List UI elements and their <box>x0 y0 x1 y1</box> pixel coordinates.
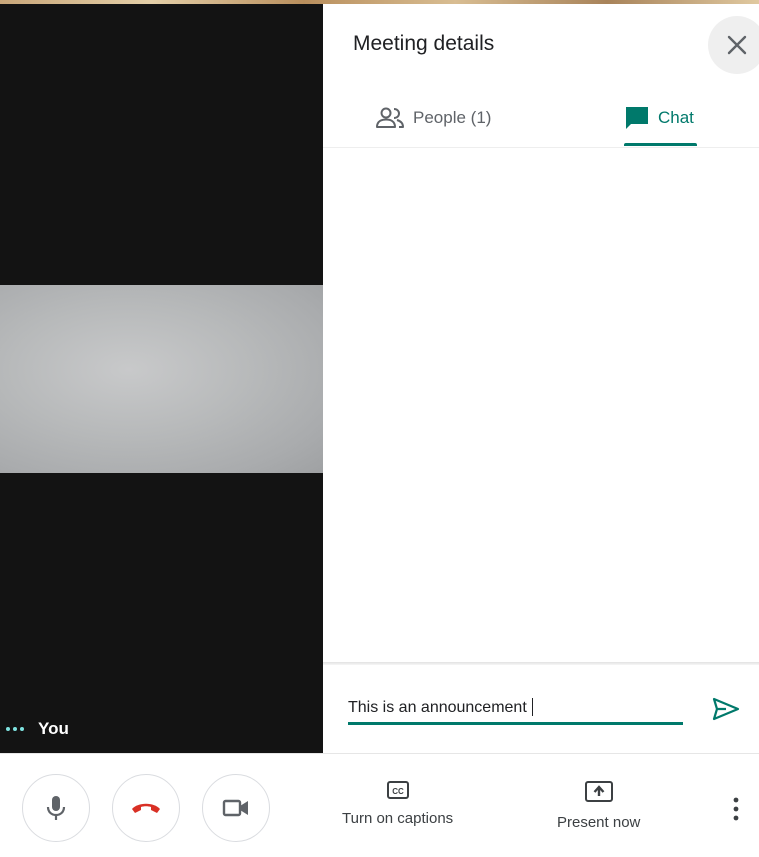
toolbar-divider <box>0 753 759 754</box>
present-now-button[interactable]: Present now <box>557 780 640 831</box>
tab-people-label: People (1) <box>413 108 492 127</box>
camera-icon <box>222 799 248 817</box>
hang-up-icon <box>132 803 160 813</box>
text-caret <box>532 698 533 716</box>
chat-icon <box>626 107 648 129</box>
close-button[interactable] <box>708 16 759 74</box>
present-now-label: Present now <box>557 814 641 831</box>
captions-label: Turn on captions <box>342 810 454 827</box>
composer-divider <box>323 662 759 665</box>
chat-message-list[interactable] <box>323 148 759 661</box>
self-video-feed <box>0 285 323 473</box>
close-icon <box>727 35 747 55</box>
microphone-button[interactable] <box>22 774 90 842</box>
meeting-details-panel: Meeting details People (1) Chat <box>323 4 759 753</box>
more-options-dots-icon[interactable] <box>6 726 24 731</box>
tab-people[interactable]: People (1) <box>375 90 491 146</box>
leave-call-button[interactable] <box>112 774 180 842</box>
more-vert-icon <box>733 797 739 821</box>
tab-chat-indicator <box>624 143 697 146</box>
send-icon <box>712 697 740 721</box>
self-tile-footer: You <box>0 704 323 753</box>
people-icon <box>376 107 404 128</box>
chat-message-input[interactable] <box>348 694 683 725</box>
video-area: You <box>0 4 323 753</box>
tab-chat-label: Chat <box>658 108 694 127</box>
self-name-label: You <box>38 718 69 738</box>
panel-title: Meeting details <box>353 32 495 55</box>
tab-chat[interactable]: Chat <box>624 90 694 146</box>
send-button[interactable] <box>709 694 743 724</box>
captions-button[interactable]: CC Turn on captions <box>342 780 453 827</box>
svg-text:CC: CC <box>392 787 404 796</box>
present-icon <box>584 781 613 802</box>
captions-icon: CC <box>386 781 409 799</box>
mic-icon <box>46 796 66 820</box>
camera-button[interactable] <box>202 774 270 842</box>
more-options-button[interactable] <box>724 794 748 824</box>
